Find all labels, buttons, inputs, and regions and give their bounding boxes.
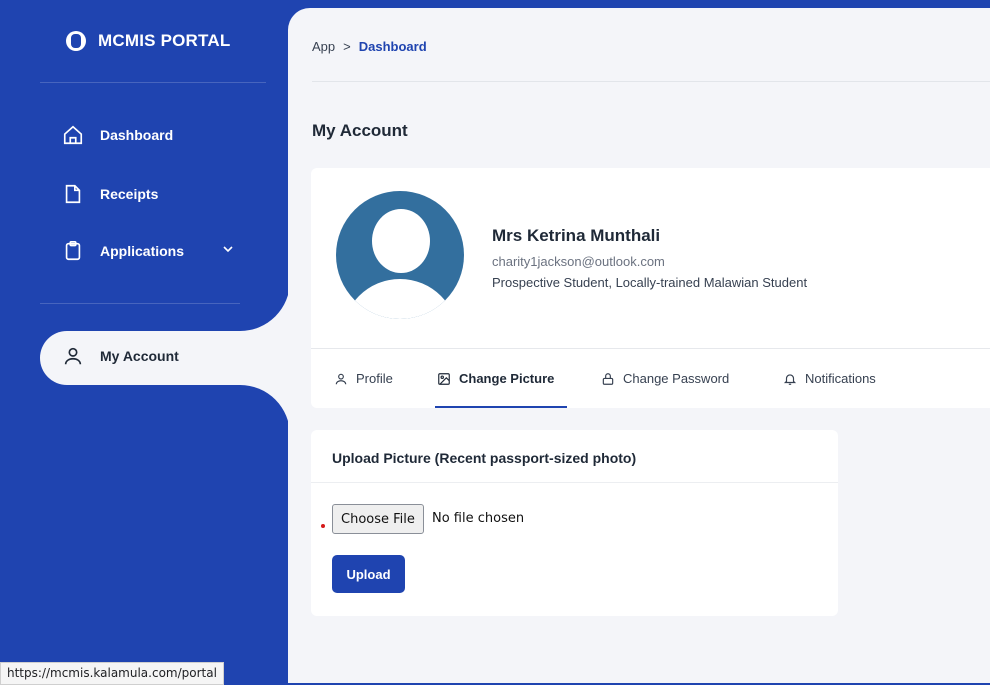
header-divider <box>312 81 990 82</box>
user-icon <box>335 373 347 384</box>
tab-change-password[interactable]: Change Password <box>601 371 729 386</box>
breadcrumb: App > Dashboard <box>312 39 427 54</box>
tab-label: Change Password <box>623 371 730 386</box>
tab-change-picture[interactable]: Change Picture <box>437 371 554 386</box>
file-status: No file chosen <box>432 511 525 526</box>
page-title: My Account <box>312 121 408 140</box>
sidebar-item-dashboard[interactable]: Dashboard <box>62 124 173 146</box>
bell-icon <box>783 373 797 385</box>
upload-button[interactable]: Upload <box>332 555 405 593</box>
tab-profile[interactable]: Profile <box>334 371 393 386</box>
upload-title: Upload Picture (Recent passport-sized ph… <box>332 450 637 466</box>
sidebar-item-label: Receipts <box>100 186 159 202</box>
chevron-down-icon[interactable] <box>222 243 234 255</box>
breadcrumb-separator: > <box>343 39 351 54</box>
document-icon <box>65 184 81 204</box>
sidebar-item-label: My Account <box>100 348 179 364</box>
sidebar-divider <box>40 303 266 304</box>
upload-divider <box>311 482 838 483</box>
caduceus-icon <box>66 31 86 51</box>
choose-file-button[interactable]: Choose File <box>332 504 424 534</box>
active-curve-top <box>240 281 290 331</box>
upload-card: Upload Picture (Recent passport-sized ph… <box>311 430 838 616</box>
tab-label: Change Picture <box>459 371 555 386</box>
avatar <box>336 191 464 319</box>
breadcrumb-root[interactable]: App <box>312 39 335 54</box>
profile-card: Mrs Ketrina Munthali charity1jackson@out… <box>311 168 990 408</box>
sidebar-item-label: Dashboard <box>100 127 174 143</box>
user-role: Prospective Student, Locally-trained Mal… <box>492 275 808 290</box>
active-tab-indicator <box>435 406 567 408</box>
image-icon <box>438 372 450 385</box>
user-name: Mrs Ketrina Munthali <box>492 226 661 245</box>
home-icon <box>63 125 83 145</box>
status-bar-url: https://mcmis.kalamula.com/portal <box>0 662 224 685</box>
lock-icon <box>602 372 614 385</box>
user-email: charity1jackson@outlook.com <box>492 254 665 269</box>
sidebar: MCMIS PORTAL Dashboard Receipts Applicat… <box>0 0 292 683</box>
sidebar-item-applications[interactable]: Applications <box>62 240 184 262</box>
brand-title: MCMIS PORTAL <box>98 31 231 50</box>
tab-label: Profile <box>356 371 393 386</box>
clipboard-icon <box>65 241 81 261</box>
tab-notifications[interactable]: Notifications <box>783 371 876 386</box>
user-icon <box>64 347 82 365</box>
main-content: App > Dashboard My Account Mrs Ketrina M… <box>288 8 990 683</box>
sidebar-item-label: Applications <box>100 243 185 259</box>
brand[interactable]: MCMIS PORTAL <box>66 31 230 51</box>
breadcrumb-current[interactable]: Dashboard <box>359 39 427 54</box>
active-curve-bottom <box>240 385 290 435</box>
tab-label: Notifications <box>805 371 876 386</box>
sidebar-item-my-account[interactable]: My Account <box>62 345 179 367</box>
card-divider <box>311 348 990 349</box>
cursor-dot <box>321 524 325 528</box>
sidebar-divider <box>40 82 266 83</box>
sidebar-item-receipts[interactable]: Receipts <box>62 183 158 205</box>
